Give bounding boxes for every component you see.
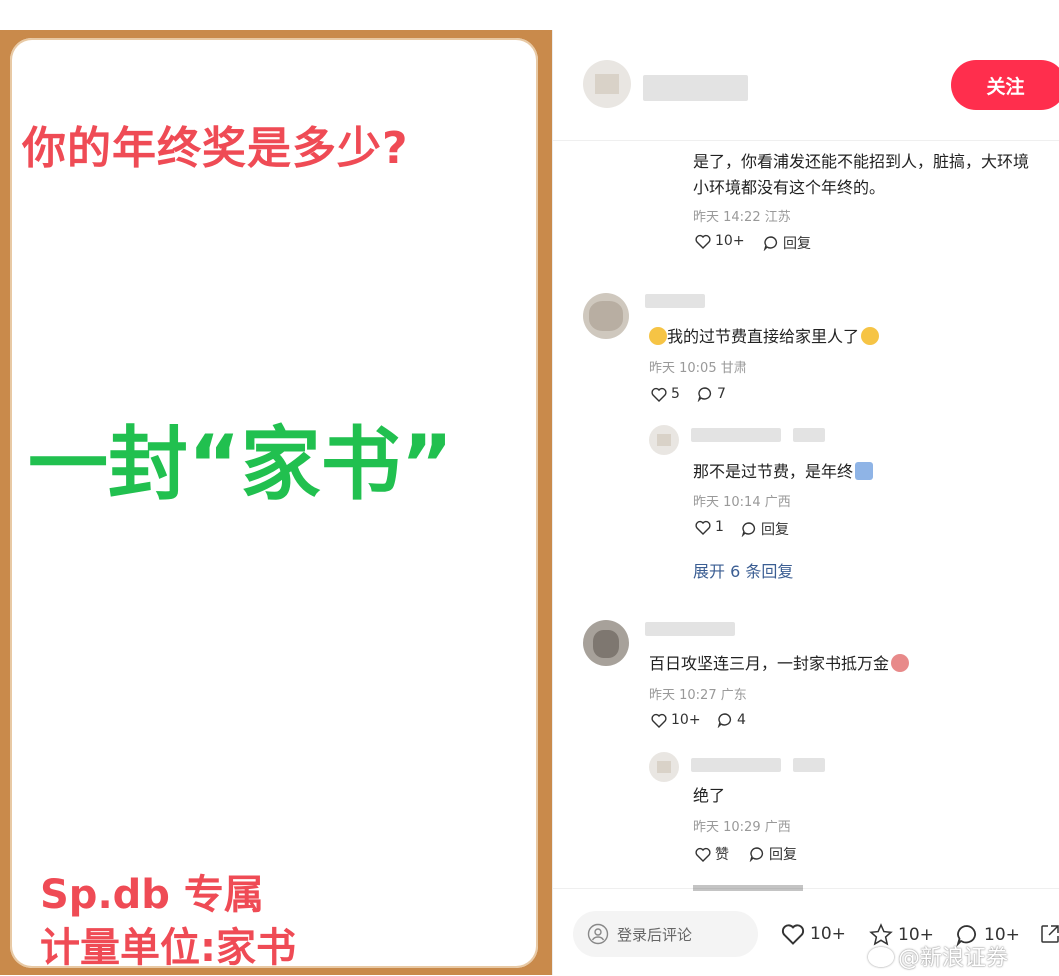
like-button[interactable]: 10+ [651,712,701,728]
commenter-name-blurred[interactable] [645,622,735,636]
poster-footer-line2: 计量单位:家书 [40,925,296,971]
like-button[interactable]: 10+ [695,233,745,249]
follow-button[interactable]: 关注 [951,60,1059,110]
poster-question: 你的年终奖是多少? [22,123,409,174]
replier-name-blurred[interactable] [691,758,781,772]
comment-bubble-icon [717,713,732,728]
reply-button[interactable]: 回复 [741,519,789,539]
heart-icon [695,847,711,862]
reply-count: 7 [717,386,726,402]
heart-icon [695,520,711,535]
replier-avatar[interactable] [649,752,679,782]
reply-text: 那不是过节费，是年终 [693,458,874,482]
post-header: 关注 [553,30,1059,141]
comment-bubble-icon [749,847,764,862]
like-count: 1 [715,519,724,535]
reply-meta: 昨天 10:29 广西 [693,820,791,835]
top-strip [0,0,1059,30]
hidden-expand-link [693,885,803,891]
poster-headline: 一封“家书” [28,418,454,511]
comment-meta: 昨天 10:27 广东 [649,688,747,703]
comment-meta: 昨天 14:22 江苏 [693,210,791,225]
reply-meta: 昨天 10:14 广西 [693,495,791,510]
comment-text-line: 是了，你看浦发还能不能招到人，脏搞，大环境 [693,152,1030,171]
expand-replies-link[interactable]: 展开 6 条回复 [693,558,793,582]
reply-label: 回复 [783,236,811,252]
comment-input[interactable]: 登录后评论 [573,911,758,957]
comment-panel: 关注 是了，你看浦发还能不能招到人，脏搞，大环境 小环境都没有这个年终的。 昨天… [552,30,1059,976]
comment-meta: 昨天 10:05 甘肃 [649,361,747,376]
share-action[interactable] [1039,923,1059,945]
commenter-avatar[interactable] [583,620,629,666]
weibo-watermark: @新浪证券 [868,940,1008,972]
like-count: 10+ [671,712,701,728]
user-icon [587,923,609,945]
heart-icon [695,234,711,249]
like-count: 5 [671,386,680,402]
comment-bubble-icon [697,387,712,402]
like-button[interactable]: 5 [651,386,680,402]
comment-text: 百日攻坚连三月，一封家书抵万金 [649,650,910,674]
comment-placeholder: 登录后评论 [617,925,693,944]
reply-button[interactable]: 回复 [763,233,811,253]
heart-icon [651,387,667,402]
reply-button[interactable]: 4 [717,712,746,728]
poster-footer-line1: Sp.db 专属 [40,872,264,918]
emoji-icon [855,462,874,480]
like-total: 10+ [810,924,846,944]
replier-name-blurred[interactable] [793,428,825,442]
comment-bubble-icon [741,522,756,537]
like-button[interactable]: 1 [695,519,724,535]
comment-bubble-icon [763,236,778,251]
replier-name-blurred[interactable] [793,758,825,772]
like-count: 10+ [715,233,745,249]
reply-text: 绝了 [693,786,726,805]
heart-icon [781,924,805,945]
emoji-icon [649,327,667,345]
weibo-logo-icon [868,947,894,967]
reply-count: 4 [737,712,746,728]
commenter-name-blurred[interactable] [645,294,705,308]
replier-avatar[interactable] [649,425,679,455]
emoji-icon [861,327,880,345]
reply-button[interactable]: 回复 [749,844,797,864]
emoji-icon [891,654,910,672]
heart-icon [651,713,667,728]
replier-name-blurred[interactable] [691,428,781,442]
like-button[interactable]: 赞 [695,844,729,864]
commenter-avatar[interactable] [583,293,629,339]
like-action[interactable]: 10+ [781,923,846,945]
comment-text: 我的过节费直接给家里人了 [649,323,880,347]
reply-label: 回复 [761,522,789,538]
comment-text-line: 小环境都没有这个年终的。 [693,178,886,197]
reply-label: 回复 [769,847,797,863]
author-name-blurred[interactable] [643,75,748,101]
author-avatar[interactable] [583,60,631,108]
share-icon [1041,925,1059,943]
like-label: 赞 [715,847,729,863]
reply-button[interactable]: 7 [697,386,726,402]
